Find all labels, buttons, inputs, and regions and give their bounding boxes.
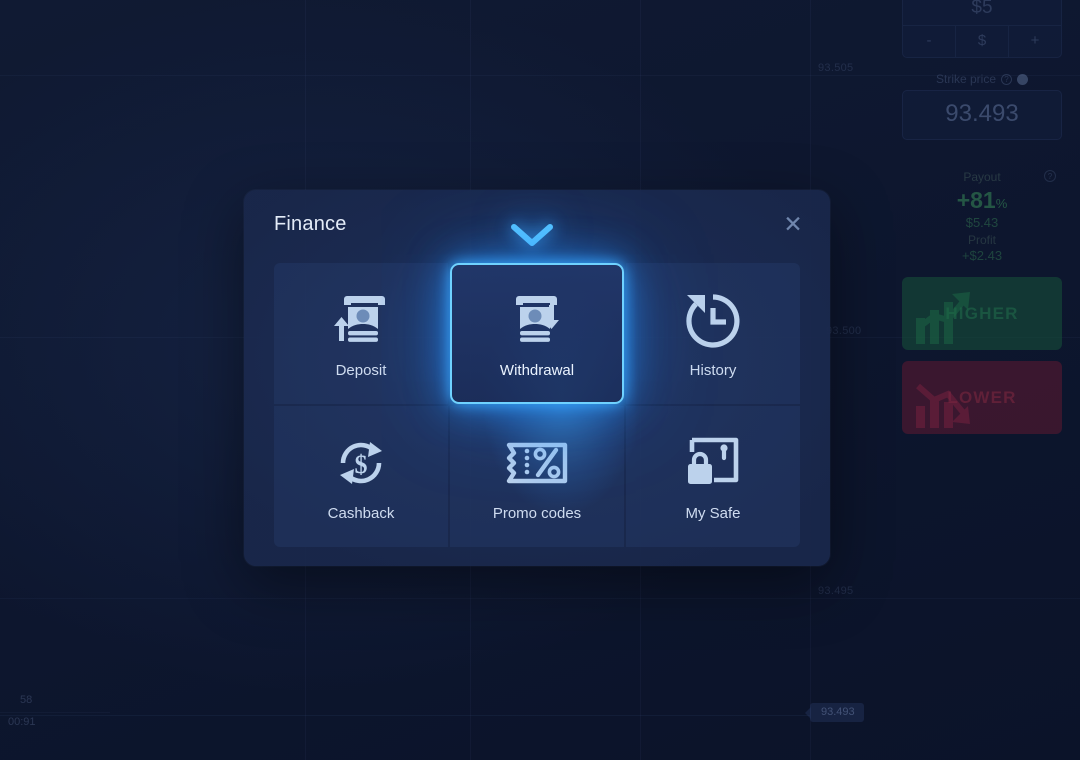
tile-label: Deposit: [335, 362, 387, 379]
profit-amount: +$2.43: [961, 248, 1003, 263]
current-price-badge: 93.493: [810, 703, 864, 722]
help-icon[interactable]: ?: [1001, 73, 1013, 85]
higher-button[interactable]: HIGHER: [902, 277, 1062, 350]
chart-axis-label: 93.500: [826, 325, 862, 337]
tile-label: History: [689, 362, 737, 379]
tile-label: Withdrawal: [499, 362, 575, 379]
payout-section: ? Payout +81% $5.43 Profit +$2.43: [902, 170, 1062, 263]
strike-price-label: Strike price: [935, 72, 997, 86]
tile-deposit[interactable]: Deposit: [274, 263, 448, 404]
cashback-refresh-dollar-icon: $: [330, 431, 392, 495]
strike-price-toggle-icon[interactable]: [1017, 73, 1029, 85]
amount-decrease-button[interactable]: -: [903, 26, 955, 57]
chart-axis-label: 93.505: [818, 62, 854, 74]
lower-button[interactable]: LOWER: [902, 361, 1062, 434]
modal-title: Finance: [274, 213, 347, 235]
candle-count-label: 58: [20, 694, 33, 706]
payout-amount: $5.43: [965, 215, 999, 230]
payout-help-icon[interactable]: ?: [1044, 170, 1056, 182]
grid-line-horizontal: [0, 598, 1080, 599]
amount-control: $5 - $ +: [902, 0, 1062, 58]
trading-app-screen: 93.505 93.500 93.495 93.493 58 00:91 $5 …: [0, 0, 1080, 760]
amount-increase-button[interactable]: +: [1008, 26, 1061, 57]
svg-text:$: $: [355, 450, 368, 479]
countdown-timer: 00:91: [8, 716, 36, 728]
close-icon[interactable]: ✕: [780, 212, 806, 238]
safe-lock-icon: [684, 431, 742, 495]
chart-axis-label: 93.495: [818, 585, 854, 597]
payout-percent-value: +81: [956, 187, 996, 213]
payout-percent-unit: %: [995, 196, 1008, 211]
trading-sidebar: $5 - $ + Strike price ? 93.493 ? Payout …: [884, 0, 1080, 434]
atm-withdrawal-icon: [506, 288, 568, 352]
strike-price-label-row: Strike price ?: [902, 72, 1062, 86]
finance-tiles-grid: Deposit Withdrawal History $ Cashback Pr…: [274, 263, 800, 547]
tile-cashback[interactable]: $ Cashback: [274, 406, 448, 547]
atm-deposit-icon: [330, 288, 392, 352]
trend-down-icon: [916, 383, 970, 428]
tile-my-safe[interactable]: My Safe: [626, 406, 800, 547]
payout-label: Payout: [963, 170, 1001, 184]
payout-percent: +81%: [902, 187, 1062, 214]
tile-history[interactable]: History: [626, 263, 800, 404]
profit-label: Profit: [967, 233, 996, 247]
tile-label: My Safe: [685, 505, 741, 522]
tile-promo-codes[interactable]: Promo codes: [450, 406, 624, 547]
strike-price-section: Strike price ? 93.493: [902, 72, 1062, 140]
ticket-percent-icon: [504, 431, 570, 495]
timer-divider: [0, 712, 110, 713]
strike-price-value[interactable]: 93.493: [902, 90, 1062, 140]
tile-withdrawal[interactable]: Withdrawal: [450, 263, 624, 404]
chevron-down-icon: [511, 224, 553, 246]
amount-currency-button[interactable]: $: [955, 26, 1008, 57]
finance-modal: Finance ✕ Deposit Withdrawal History $ C…: [244, 190, 830, 566]
history-clock-icon: [683, 288, 743, 352]
trend-up-icon: [916, 292, 970, 344]
tile-label: Promo codes: [492, 505, 582, 522]
current-price-line: [0, 715, 810, 716]
tile-label: Cashback: [327, 505, 395, 522]
amount-value: $5: [971, 0, 993, 18]
